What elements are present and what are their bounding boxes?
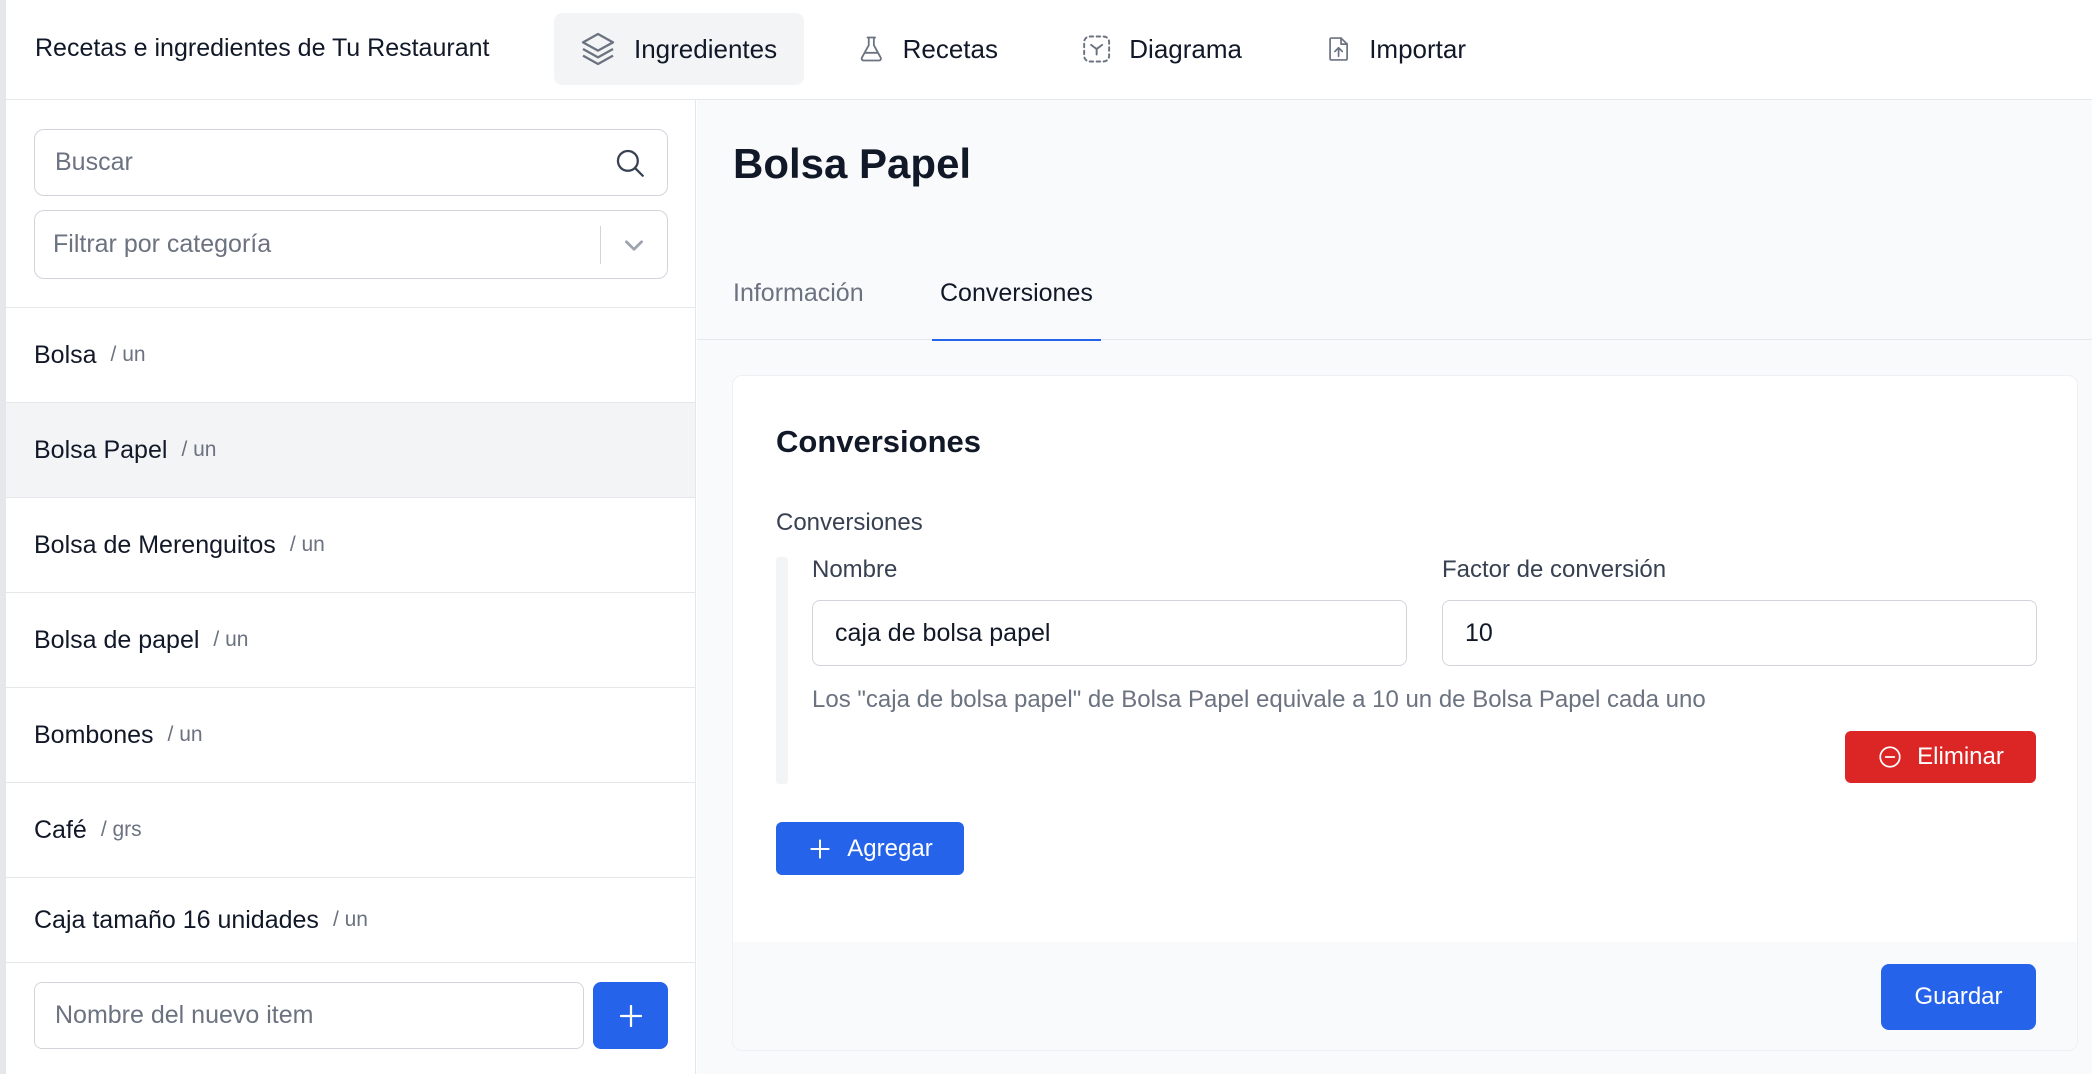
ingredient-name: Bombones (34, 720, 154, 749)
ingredient-unit: / un (332, 908, 368, 931)
new-item-field[interactable] (34, 982, 584, 1049)
conversion-description: Los "caja de bolsa papel" de Bolsa Papel… (812, 686, 1706, 713)
nav-label: Recetas (902, 33, 998, 64)
nav-item-diagrama[interactable]: Diagrama (1056, 13, 1266, 85)
nombre-input[interactable] (835, 618, 1384, 648)
diagram-icon (1083, 35, 1111, 63)
factor-label: Factor de conversión (1442, 556, 1667, 583)
nav-label: Importar (1369, 33, 1466, 64)
card-footer: Guardar (733, 942, 2077, 1050)
ingredient-name: Bolsa Papel (34, 435, 168, 464)
ingredient-list-item[interactable]: Bombones / un (6, 688, 695, 783)
add-label: Agregar (847, 834, 933, 862)
ingredient-unit: / un (167, 723, 203, 746)
minus-circle-icon (1879, 746, 1901, 768)
ingredient-list-item[interactable]: Café / grs (6, 783, 695, 878)
ingredient-name: Café (34, 815, 87, 844)
delete-conversion-button[interactable]: Eliminar (1845, 731, 2036, 783)
factor-input[interactable] (1465, 618, 2014, 648)
category-filter-select[interactable]: Filtrar por categoría (34, 210, 668, 279)
plus-icon (810, 838, 830, 859)
search-input[interactable] (55, 148, 613, 177)
chevron-down-icon (625, 239, 643, 251)
ingredient-unit: / un (289, 533, 325, 556)
dropdown-toggle[interactable] (601, 232, 667, 258)
save-button[interactable]: Guardar (1881, 964, 2036, 1030)
ingredient-sidebar: Filtrar por categoría Bolsa / un Bolsa P… (6, 100, 696, 1074)
ingredient-list-item[interactable]: Bolsa de papel / un (6, 593, 695, 688)
nav-item-importar[interactable]: Importar (1300, 13, 1490, 85)
ingredient-unit: / un (110, 343, 146, 366)
nav-item-recetas[interactable]: Recetas (832, 13, 1022, 85)
conversion-row-indicator (776, 557, 788, 784)
detail-tabs: Información Conversiones (697, 270, 2092, 341)
file-upload-icon (1329, 37, 1348, 61)
flask-icon (860, 36, 882, 62)
delete-label: Eliminar (1917, 743, 2004, 770)
factor-field[interactable] (1442, 600, 2037, 666)
add-conversion-button[interactable]: Agregar (776, 822, 964, 875)
tab-conversiones[interactable]: Conversiones (932, 270, 1101, 341)
ingredient-list-item[interactable]: Bolsa de Merenguitos / un (6, 498, 695, 593)
ingredient-unit: / grs (100, 818, 142, 841)
new-item-input[interactable] (55, 1001, 563, 1030)
search-icon (616, 149, 644, 177)
ingredient-unit: / un (181, 438, 217, 461)
nombre-label: Nombre (812, 556, 898, 583)
search-field[interactable] (34, 129, 668, 196)
nav-label: Ingredientes (634, 33, 778, 64)
conversions-section-label: Conversiones (776, 509, 923, 536)
card-title: Conversiones (776, 424, 982, 459)
top-navigation: Recetas e ingredientes de Tu Restaurant … (6, 0, 2092, 100)
plus-icon (619, 1004, 642, 1027)
layers-icon (581, 32, 615, 66)
ingredient-name: Bolsa (34, 340, 97, 369)
ingredient-list: Bolsa / un Bolsa Papel / un Bolsa de Mer… (6, 307, 695, 963)
add-new-item-button[interactable] (593, 982, 668, 1049)
nombre-field[interactable] (812, 600, 1407, 666)
conversions-card: Conversiones Conversiones Nombre Factor … (732, 375, 2078, 1051)
ingredient-name: Caja tamaño 16 unidades (34, 905, 319, 934)
nav-label: Diagrama (1129, 33, 1242, 64)
category-filter-placeholder: Filtrar por categoría (53, 230, 272, 258)
ingredient-name: Bolsa de papel (34, 625, 200, 654)
page-title: Bolsa Papel (733, 140, 972, 187)
ingredient-list-item[interactable]: Bolsa Papel / un (6, 403, 695, 498)
ingredient-list-item[interactable]: Caja tamaño 16 unidades / un (6, 878, 695, 963)
app-title: Recetas e ingredientes de Tu Restaurant (35, 34, 490, 62)
nav-item-ingredientes[interactable]: Ingredientes (554, 13, 804, 85)
tab-informacion[interactable]: Información (733, 270, 864, 340)
ingredient-list-item[interactable]: Bolsa / un (6, 308, 695, 403)
ingredient-detail: Bolsa Papel Información Conversiones Con… (697, 100, 2092, 1074)
ingredient-unit: / un (213, 628, 249, 651)
ingredient-name: Bolsa de Merenguitos (34, 530, 276, 559)
